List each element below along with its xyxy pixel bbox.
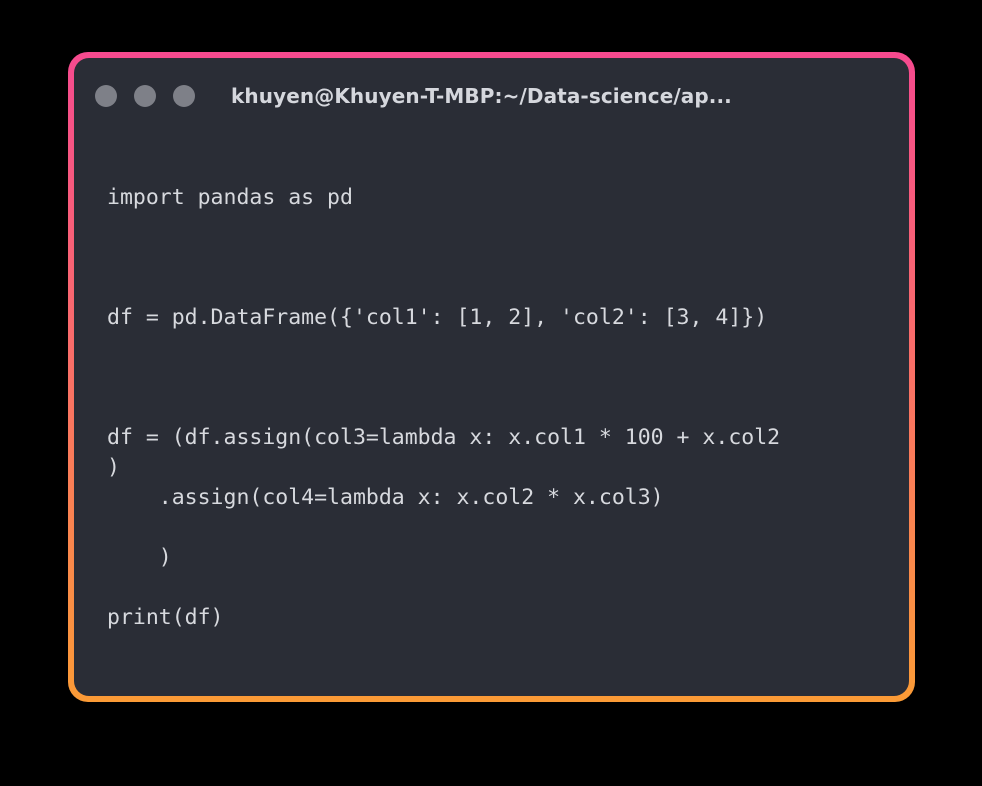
code-line: import pandas as pd — [107, 185, 353, 210]
gradient-frame: khuyen@Khuyen-T-MBP:~/Data-science/ap...… — [68, 52, 915, 702]
title-bar: khuyen@Khuyen-T-MBP:~/Data-science/ap... — [74, 58, 909, 134]
code-line: df = (df.assign(col3=lambda x: x.col1 * … — [107, 425, 781, 450]
window-title: khuyen@Khuyen-T-MBP:~/Data-science/ap... — [231, 84, 732, 108]
terminal-window: khuyen@Khuyen-T-MBP:~/Data-science/ap...… — [74, 58, 909, 696]
code-line: print(df) — [107, 605, 224, 630]
code-line: .assign(col4=lambda x: x.col2 * x.col3) — [107, 485, 664, 510]
minimize-window-button[interactable] — [134, 85, 156, 107]
code-line: ) — [107, 455, 120, 480]
code-line: df = pd.DataFrame({'col1': [1, 2], 'col2… — [107, 305, 768, 330]
maximize-window-button[interactable] — [173, 85, 195, 107]
close-window-button[interactable] — [95, 85, 117, 107]
code-line: ) — [107, 545, 172, 570]
